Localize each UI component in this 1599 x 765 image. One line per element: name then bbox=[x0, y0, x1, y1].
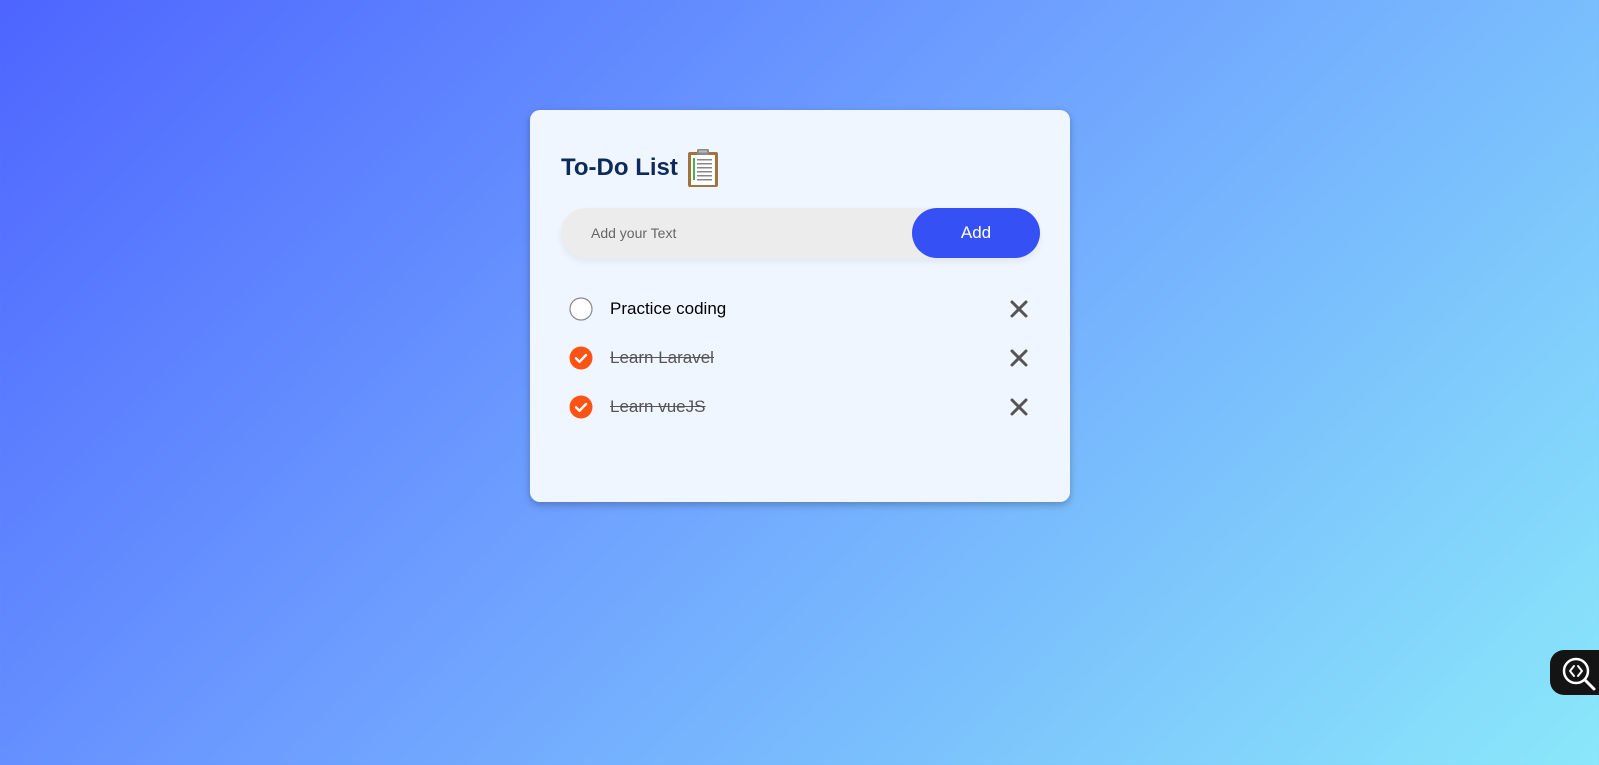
unchecked-circle-icon[interactable] bbox=[569, 296, 593, 321]
code-search-icon bbox=[1562, 657, 1596, 690]
code-inspector-button[interactable] bbox=[1550, 650, 1599, 695]
task-item[interactable]: Learn Laravel bbox=[561, 333, 1040, 382]
close-icon[interactable] bbox=[1008, 396, 1030, 418]
task-input[interactable] bbox=[561, 207, 912, 259]
close-icon[interactable] bbox=[1008, 347, 1030, 369]
page-title: To-Do List bbox=[561, 154, 678, 181]
todo-card: To-Do List Add Practice coding bbox=[530, 110, 1070, 502]
checked-circle-icon[interactable] bbox=[569, 346, 593, 370]
task-label: Practice coding bbox=[610, 298, 727, 318]
add-task-bar: Add bbox=[561, 207, 1040, 259]
task-label: Learn vueJS bbox=[610, 396, 706, 416]
title-row: To-Do List bbox=[561, 148, 1040, 188]
clipboard-icon bbox=[687, 149, 718, 187]
checked-circle-icon[interactable] bbox=[569, 395, 593, 419]
task-item[interactable]: Learn vueJS bbox=[561, 382, 1040, 431]
task-list: Practice coding Learn Laravel Learn vueJ… bbox=[561, 284, 1040, 431]
close-icon[interactable] bbox=[1008, 298, 1030, 320]
task-item[interactable]: Practice coding bbox=[561, 284, 1040, 333]
add-button[interactable]: Add bbox=[912, 208, 1040, 258]
task-label: Learn Laravel bbox=[610, 347, 714, 367]
